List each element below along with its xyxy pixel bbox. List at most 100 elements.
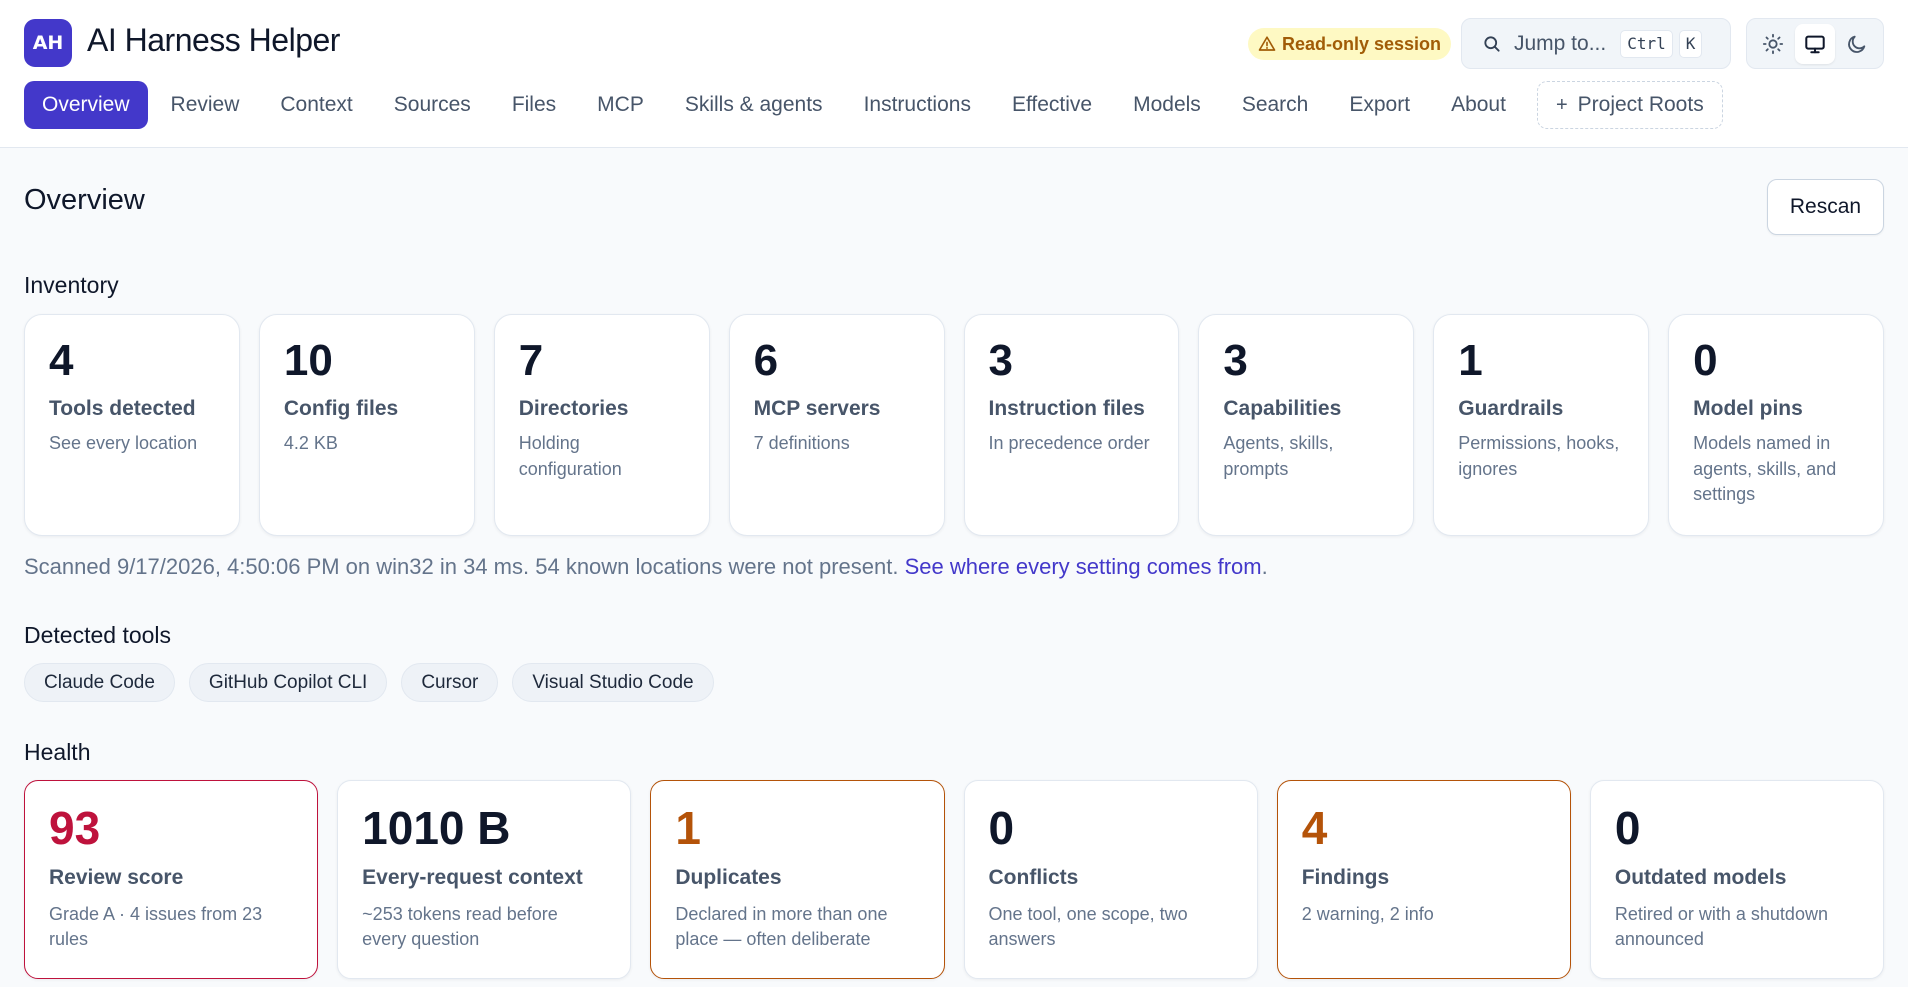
stat-description: Agents, skills, prompts [1223,433,1334,479]
page-title: Overview [24,184,145,216]
tab-overview[interactable]: Overview [24,81,148,129]
stat-label: Duplicates [675,865,782,889]
stat-value: 0 [988,802,1015,854]
inventory-card-tools[interactable]: 4 Tools detected See every location [24,314,240,536]
tool-chip-claude-code[interactable]: Claude Code [24,663,175,702]
tab-mcp[interactable]: MCP [579,81,662,129]
stat-value: 3 [1223,336,1248,385]
plus-icon: + [1555,93,1568,116]
stat-value: 4 [49,336,74,385]
tab-review[interactable]: Review [153,81,258,129]
detected-tools-list: Claude Code GitHub Copilot CLI Cursor Vi… [24,663,714,702]
scan-summary-suffix: . [1261,554,1268,579]
health-card-outdated-models[interactable]: 0 Outdated models Retired or with a shut… [1589,780,1885,979]
sun-icon [1762,33,1784,54]
stat-description: See every location [49,433,198,454]
monitor-icon [1805,35,1825,53]
jump-to-button[interactable]: Jump to... Ctrl K [1461,18,1731,69]
inventory-card-instruction-files[interactable]: 3 Instruction files In precedence order [963,314,1180,536]
health-grid: 93 Review score Grade A · 4 issues from … [24,780,1885,979]
project-roots-button[interactable]: + Project Roots [1536,81,1723,129]
health-card-review-score[interactable]: 93 Review score Grade A · 4 issues from … [24,780,319,979]
setting-sources-link[interactable]: See where every setting comes from [905,554,1262,579]
tab-skills-agents[interactable]: Skills & agents [667,81,841,129]
health-card-context[interactable]: 1010 B Every-request context ~253 tokens… [337,780,632,979]
tab-models[interactable]: Models [1115,81,1219,129]
shortcut-key-k: K [1678,29,1703,58]
inventory-heading: Inventory [24,272,119,298]
stat-description: Holding configuration [518,433,622,479]
shortcut-key-ctrl: Ctrl [1620,29,1673,58]
app-logo: AH [24,19,72,67]
stat-value: 0 [1693,336,1718,385]
stat-label: Config files [283,397,399,421]
stat-value: 1 [675,802,701,854]
tab-context[interactable]: Context [262,81,370,129]
project-roots-label: Project Roots [1577,93,1704,116]
readonly-badge: Read-only session [1248,28,1452,60]
scan-summary-text: Scanned 9/17/2026, 4:50:06 PM on win32 i… [24,554,905,579]
health-card-duplicates[interactable]: 1 Duplicates Declared in more than one p… [650,780,945,979]
inventory-card-directories[interactable]: 7 Directories Holding configuration [493,314,710,536]
light-theme-button[interactable] [1753,24,1793,64]
stat-description: Retired or with a shutdown announced [1614,903,1828,949]
stat-label: Conflicts [988,865,1079,889]
moon-icon [1848,35,1866,53]
stat-label: Findings [1301,865,1390,889]
stat-description: Grade A · 4 issues from 23 rules [49,903,263,949]
tab-export[interactable]: Export [1331,81,1428,129]
readonly-badge-label: Read-only session [1282,33,1442,54]
health-card-conflicts[interactable]: 0 Conflicts One tool, one scope, two ans… [963,780,1258,979]
stat-value: 7 [518,336,544,385]
app-title: AI Harness Helper [87,22,340,58]
stat-label: Model pins [1693,397,1803,421]
stat-value: 3 [988,336,1013,385]
health-card-findings[interactable]: 4 Findings 2 warning, 2 info [1276,780,1571,979]
tab-effective[interactable]: Effective [994,81,1110,129]
stat-label: MCP servers [753,397,881,421]
tab-about[interactable]: About [1433,81,1524,129]
app-header: AH AI Harness Helper Read-only session J… [0,0,1908,148]
stat-description: Models named in agents, skills, and sett… [1693,433,1837,504]
tab-search[interactable]: Search [1224,81,1327,129]
inventory-card-capabilities[interactable]: 3 Capabilities Agents, skills, prompts [1198,314,1415,536]
inventory-card-mcp-servers[interactable]: 6 MCP servers 7 definitions [728,314,945,536]
inventory-card-model-pins[interactable]: 0 Model pins Models named in agents, ski… [1668,314,1884,536]
main-nav: Overview Review Context Sources Files MC… [24,81,1728,129]
system-theme-button[interactable] [1795,23,1835,64]
stat-value: 4 [1301,802,1328,854]
stat-description: 7 definitions [753,433,850,454]
stat-label: Review score [49,865,184,889]
stat-value: 10 [283,336,333,385]
search-icon [1484,35,1500,52]
stat-label: Guardrails [1458,397,1564,421]
dark-theme-button[interactable] [1837,24,1877,64]
stat-label: Capabilities [1223,397,1342,421]
stat-description: 4.2 KB [283,433,338,454]
stat-value: 6 [753,336,779,385]
tab-files[interactable]: Files [494,81,574,129]
stat-label: Outdated models [1614,865,1787,889]
stat-label: Every-request context [362,865,583,889]
detected-tools-heading: Detected tools [24,622,172,648]
stat-description: 2 warning, 2 info [1301,903,1434,924]
stat-description: One tool, one scope, two answers [988,903,1188,949]
tab-sources[interactable]: Sources [376,81,489,129]
stat-value: 0 [1614,802,1641,854]
stat-description: Declared in more than one place — often … [675,903,888,949]
theme-switcher [1746,18,1884,69]
inventory-card-guardrails[interactable]: 1 Guardrails Permissions, hooks, ignores [1433,314,1650,536]
stat-label: Directories [518,397,629,421]
stat-description: In precedence order [988,433,1150,454]
warning-icon [1258,36,1276,51]
jump-to-label: Jump to... [1514,31,1607,55]
tool-chip-vscode[interactable]: Visual Studio Code [512,663,714,702]
stat-value: 1010 B [362,802,511,854]
tool-chip-github-copilot-cli[interactable]: GitHub Copilot CLI [188,663,388,702]
rescan-button[interactable]: Rescan [1767,179,1884,235]
scan-summary: Scanned 9/17/2026, 4:50:06 PM on win32 i… [24,554,1268,580]
stat-description: ~253 tokens read before every question [362,903,558,949]
inventory-card-config-files[interactable]: 10 Config files 4.2 KB [258,314,475,536]
tool-chip-cursor[interactable]: Cursor [401,663,499,702]
tab-instructions[interactable]: Instructions [846,81,989,129]
